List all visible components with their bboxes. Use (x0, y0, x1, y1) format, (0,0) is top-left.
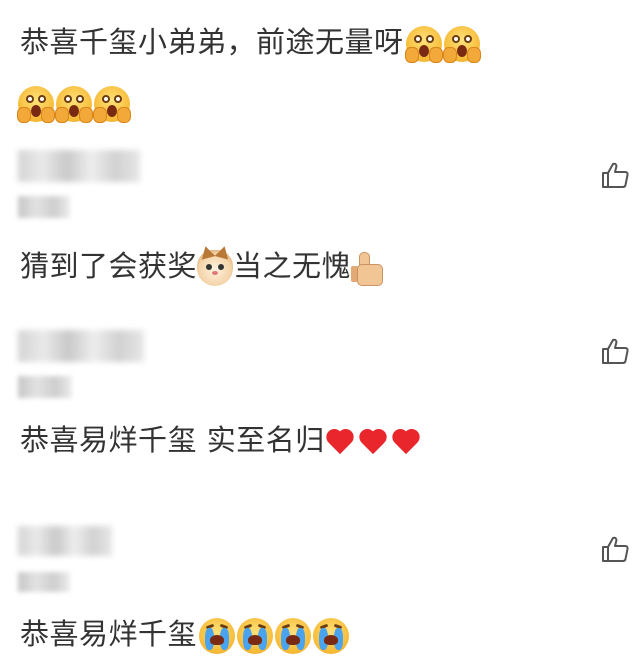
shocked-face-emoji (93, 86, 131, 123)
thumbs-up-outline-icon (602, 162, 629, 188)
comment-text-2: 恭喜易烊千玺 实至名归 (20, 420, 424, 460)
shocked-face-emoji (55, 86, 93, 123)
thumbs-up-outline-icon (602, 536, 629, 562)
crying-face-emoji (237, 618, 274, 654)
user-name-blurred (18, 330, 144, 362)
timestamp-blurred (18, 196, 70, 218)
red-heart-emoji (325, 428, 355, 456)
user-name-blurred (18, 526, 112, 556)
thumbs-up-outline-icon (602, 338, 629, 364)
shocked-face-emoji (17, 86, 55, 123)
user-name-blurred (18, 150, 140, 182)
comment-text: 猜到了会获奖 (20, 249, 198, 283)
post-emoji-group-1 (404, 26, 481, 63)
timestamp-blurred (18, 572, 70, 592)
comment-text: 恭喜易烊千玺 (20, 617, 198, 651)
comment-text-1: 猜到了会获奖 当之无愧 (20, 246, 385, 286)
post-text-line-2 (17, 82, 131, 123)
thumbs-up-emoji (351, 250, 385, 286)
comment-text: 恭喜易烊千玺 实至名归 (20, 423, 325, 457)
crying-face-emoji (199, 618, 236, 654)
crying-face-emoji (313, 618, 350, 654)
like-button[interactable] (600, 160, 630, 190)
timestamp-blurred (18, 376, 72, 398)
like-button[interactable] (600, 336, 630, 366)
shocked-face-emoji (404, 26, 443, 63)
comment-text: 当之无愧 (233, 249, 352, 283)
like-button[interactable] (600, 534, 630, 564)
cat-face-emoji (197, 250, 234, 286)
red-heart-emoji (358, 428, 388, 456)
post-text-line-1: 恭喜千玺小弟弟，前途无量呀 (20, 22, 481, 63)
red-heart-emoji (391, 428, 421, 456)
comment-text-3: 恭喜易烊千玺 (20, 614, 350, 654)
post-text: 恭喜千玺小弟弟，前途无量呀 (20, 25, 404, 59)
crying-face-emoji (275, 618, 312, 654)
shocked-face-emoji (442, 26, 481, 63)
post-emoji-group-2 (17, 86, 131, 123)
comment-emoji-group (199, 618, 350, 654)
